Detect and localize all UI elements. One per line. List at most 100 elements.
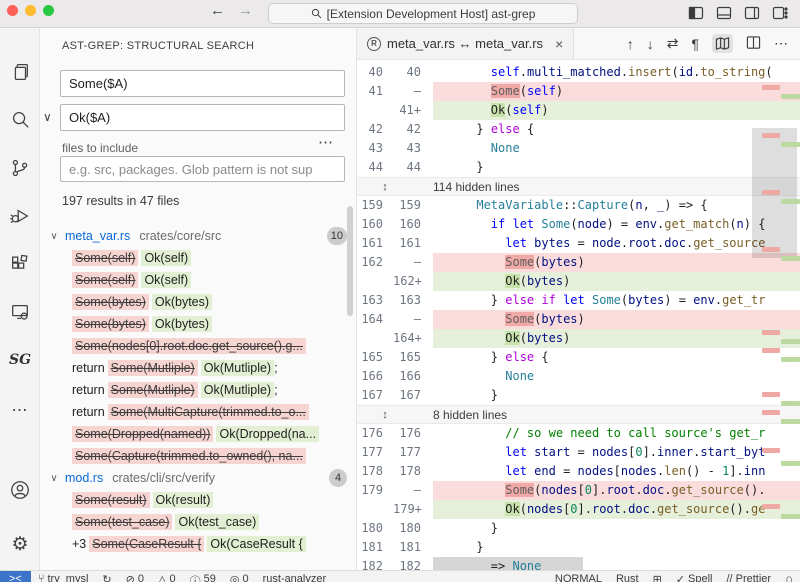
status-item[interactable]: ⑂try_mysl	[31, 571, 96, 582]
remote-indicator[interactable]: ><	[0, 571, 31, 582]
tab-meta-var-diff[interactable]: R meta_var.rs ↔ meta_var.rs ×	[357, 28, 574, 59]
code-line[interactable]: 166166 None	[357, 367, 800, 386]
toggle-sidebar-icon[interactable]	[688, 5, 704, 21]
code-line[interactable]: 4040 self.multi_matched.insert(id.to_str…	[357, 63, 800, 82]
status-item[interactable]: ⊞	[646, 571, 669, 582]
status-item-label: // Prettier	[726, 573, 771, 582]
remote-explorer-icon[interactable]	[0, 292, 40, 332]
next-change-icon[interactable]: ↓	[647, 36, 654, 52]
zoom-window-button[interactable]	[43, 5, 54, 16]
minimize-window-button[interactable]	[25, 5, 36, 16]
code-line[interactable]: 41+ Ok(self)	[357, 101, 800, 120]
result-match-item[interactable]: Some(nodes[0].root.doc.get_source().g...	[40, 335, 357, 357]
match-deleted-text: Some(CaseResult {	[89, 536, 204, 552]
previous-change-icon[interactable]: ↑	[627, 36, 634, 52]
code-line[interactable]: 159159 MetaVariable::Capture(n, _) => {	[357, 196, 800, 215]
inline-view-toggle-icon[interactable]	[712, 34, 733, 53]
result-match-item[interactable]: Some(bytes)Ok(bytes)	[40, 291, 357, 313]
account-icon[interactable]	[0, 470, 40, 510]
render-whitespace-icon[interactable]: ¶	[691, 36, 699, 52]
code-line[interactable]: 178178 let end = nodes[nodes.len() - 1].…	[357, 462, 800, 481]
code-line[interactable]: 163163 } else if let Some(bytes) = env.g…	[357, 291, 800, 310]
result-match-item[interactable]: Some(Capture(trimmed.to_owned(), na...	[40, 445, 357, 467]
result-match-item[interactable]: Some(test_case)Ok(test_case)	[40, 511, 357, 533]
toggle-secondary-sidebar-icon[interactable]	[744, 5, 760, 21]
result-match-item[interactable]: return Some(Mutliple)Ok(Mutliple);	[40, 357, 357, 379]
match-deleted-text: Some(test_case)	[72, 514, 172, 530]
sidebar-scrollbar[interactable]	[347, 206, 353, 316]
status-item[interactable]: ◎0	[223, 571, 256, 582]
result-match-item[interactable]: Some(self)Ok(self)	[40, 269, 357, 291]
hidden-lines-bar[interactable]: ↕114 hidden lines	[357, 177, 800, 196]
status-item[interactable]: ✓Spell	[669, 571, 720, 582]
code-line[interactable]: 177177 let start = nodes[0].inner.start_…	[357, 443, 800, 462]
settings-gear-icon[interactable]: ⚙	[0, 524, 40, 564]
status-item[interactable]: ↻	[95, 571, 118, 582]
status-item[interactable]: NORMAL	[548, 571, 609, 582]
hidden-lines-bar[interactable]: ↕8 hidden lines	[357, 405, 800, 424]
close-window-button[interactable]	[7, 5, 18, 16]
code-line[interactable]: 4343 None	[357, 139, 800, 158]
code-line-content: } else {	[433, 348, 800, 367]
result-match-item[interactable]: Some(Dropped(named))Ok(Dropped(na...	[40, 423, 357, 445]
code-line[interactable]: 167167 }	[357, 386, 800, 405]
status-item[interactable]: ∩	[778, 571, 800, 582]
status-item[interactable]: ⓘ59	[183, 571, 223, 582]
code-line[interactable]: 179— Some(nodes[0].root.doc.get_source()…	[357, 481, 800, 500]
code-line[interactable]: 181181 }	[357, 538, 800, 557]
explorer-icon[interactable]	[0, 52, 40, 92]
forward-arrow-icon[interactable]: →	[238, 2, 253, 19]
run-debug-icon[interactable]	[0, 196, 40, 236]
pattern-input[interactable]	[60, 70, 345, 97]
code-line[interactable]: 162+ Ok(bytes)	[357, 272, 800, 291]
result-match-item[interactable]: Some(result)Ok(result)	[40, 489, 357, 511]
additional-views-icon[interactable]: ⋯	[0, 390, 40, 430]
extensions-icon[interactable]	[0, 244, 40, 284]
close-tab-icon[interactable]: ×	[555, 36, 563, 52]
status-item[interactable]: ⊘0	[119, 571, 151, 582]
code-line[interactable]: 160160 if let Some(node) = env.get_match…	[357, 215, 800, 234]
source-control-icon[interactable]	[0, 148, 40, 188]
code-line[interactable]: 162— Some(bytes)	[357, 253, 800, 272]
files-include-input[interactable]	[60, 156, 345, 182]
status-item[interactable]: rust-analyzer	[256, 571, 334, 582]
split-editor-icon[interactable]	[746, 35, 761, 53]
code-line[interactable]: 41— Some(self)	[357, 82, 800, 101]
code-line-content: Ok(bytes)	[433, 329, 800, 348]
toggle-panel-icon[interactable]	[716, 5, 732, 21]
search-view-icon[interactable]	[0, 100, 40, 140]
code-line[interactable]: 179+ Ok(nodes[0].root.doc.get_source().g…	[357, 500, 800, 519]
code-line[interactable]: 165165 } else {	[357, 348, 800, 367]
more-actions-icon[interactable]: ⋯	[318, 133, 334, 151]
result-file-header[interactable]: ∨mod.rscrates/cli/src/verify4	[40, 467, 357, 489]
code-line[interactable]: 182182 => None	[357, 557, 800, 570]
gutter-new-line-number: 176	[393, 424, 433, 443]
result-match-item[interactable]: Some(bytes)Ok(bytes)	[40, 313, 357, 335]
command-center[interactable]: [Extension Development Host] ast-grep	[268, 3, 578, 24]
customize-layout-icon[interactable]	[772, 5, 788, 21]
code-line[interactable]: 176176 // so we need to call source's ge…	[357, 424, 800, 443]
result-match-item[interactable]: +3 Some(CaseResult {Ok(CaseResult {	[40, 533, 357, 555]
code-line-content: } else if let Some(bytes) = env.get_tr	[433, 291, 800, 310]
rewrite-input[interactable]	[60, 104, 345, 131]
result-match-item[interactable]: Some(self)Ok(self)	[40, 247, 357, 269]
result-match-item[interactable]: return Some(Mutliple)Ok(Mutliple);	[40, 379, 357, 401]
status-item[interactable]: // Prettier	[719, 571, 778, 582]
status-item[interactable]: △0	[151, 571, 183, 582]
match-added-text: Ok(self)	[141, 250, 191, 266]
diff-added-mark	[781, 514, 800, 519]
code-line[interactable]: 161161 let bytes = node.root.doc.get_sou…	[357, 234, 800, 253]
ast-grep-view-icon[interactable]: SG	[0, 340, 40, 380]
result-match-item[interactable]: return Some(MultiCapture(trimmed.to_o...	[40, 401, 357, 423]
status-item[interactable]: Rust	[609, 571, 646, 582]
swap-sides-icon[interactable]: ⇄	[667, 35, 679, 52]
code-line[interactable]: 4242 } else {	[357, 120, 800, 139]
result-file-header[interactable]: ∨meta_var.rscrates/core/src10	[40, 225, 357, 247]
code-line[interactable]: 164— Some(bytes)	[357, 310, 800, 329]
code-line[interactable]: 4444 }	[357, 158, 800, 177]
back-arrow-icon[interactable]: ←	[210, 2, 225, 19]
editor-more-actions-icon[interactable]: ⋯	[774, 35, 788, 52]
toggle-rewrite-chevron-icon[interactable]: ∨	[43, 110, 52, 124]
code-line[interactable]: 164+ Ok(bytes)	[357, 329, 800, 348]
code-line[interactable]: 180180 }	[357, 519, 800, 538]
